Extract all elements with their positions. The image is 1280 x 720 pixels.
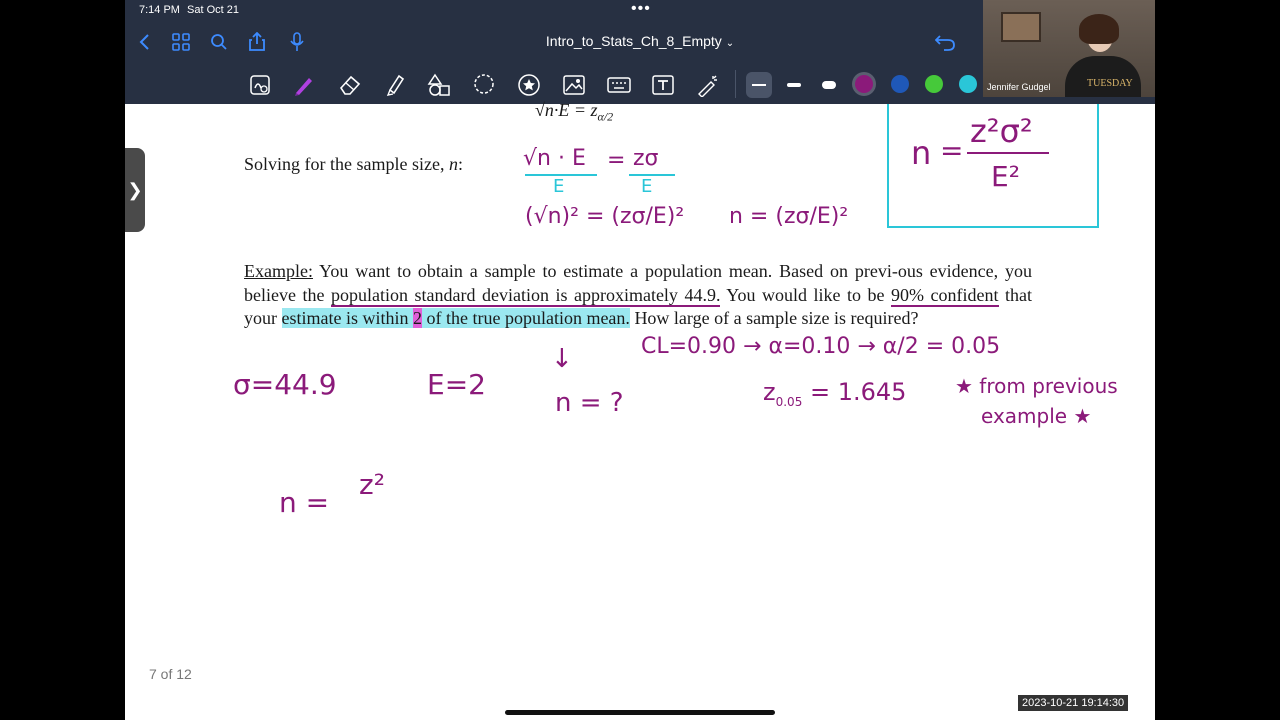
n-equals: n =: [279, 486, 330, 519]
note-line-2: example ★: [981, 404, 1092, 428]
webcam-overlay: TUESDAY Jennifer Gudgel: [983, 0, 1155, 97]
step1-eq: =: [607, 148, 626, 173]
box-eq: =: [940, 134, 964, 167]
undo-icon[interactable]: [933, 30, 957, 54]
example-highlight-margin: 2: [412, 308, 422, 328]
color-blue-swatch[interactable]: [891, 75, 909, 93]
color-green-swatch[interactable]: [925, 75, 943, 93]
step1-left: √n · E: [523, 146, 586, 171]
example-label: Example:: [244, 261, 313, 281]
e-value: E=2: [427, 368, 486, 401]
z-result: = 1.645: [802, 378, 907, 406]
image-icon[interactable]: [561, 72, 587, 98]
example-highlight-estimate: estimate is within: [281, 308, 413, 328]
document-title-text: Intro_to_Stats_Ch_8_Empty: [545, 33, 722, 49]
highlighter-icon[interactable]: [382, 72, 408, 98]
stroke-thin-option[interactable]: [746, 72, 772, 98]
step3: n = (zσ/E)²: [729, 204, 849, 229]
z-subscript: 0.05: [775, 394, 803, 409]
step1-den-left: E: [553, 176, 565, 197]
home-indicator[interactable]: [505, 710, 775, 715]
box-denominator: E²: [991, 160, 1020, 193]
box-fraction-bar: [967, 152, 1049, 154]
ipad-screen: 7:14 PM Sat Oct 21 ••• Intro_to_Stats_Ch…: [125, 0, 1155, 720]
note-line-1: ★ from previous: [955, 374, 1118, 398]
example-body-4: How large of a sample size is required?: [629, 308, 919, 328]
eraser-icon[interactable]: [337, 72, 363, 98]
color-purple-swatch[interactable]: [855, 75, 873, 93]
laser-pointer-icon[interactable]: [695, 72, 721, 98]
notebook-page[interactable]: ❯ √n·E = zα/2 Solving for the sample siz…: [125, 100, 1155, 720]
step1-right: zσ: [633, 146, 659, 171]
top-formula-partial: √n·E = zα/2: [535, 100, 613, 125]
stroke-thick-option[interactable]: [816, 72, 842, 98]
wall-picture: [1001, 12, 1041, 42]
box-numerator: z²σ²: [970, 112, 1033, 150]
step2: (√n)² = (zσ/E)²: [525, 204, 685, 229]
box-n: n: [911, 134, 932, 172]
solving-var: n: [448, 154, 458, 174]
page-counter: 7 of 12: [149, 666, 192, 682]
person-hair: [1079, 14, 1119, 44]
n-z-squared: z²: [359, 468, 385, 501]
recording-timestamp: 2023-10-21 19:14:30: [1018, 695, 1129, 711]
text-box-icon[interactable]: [650, 72, 676, 98]
example-highlight-confidence: 90% confident: [891, 284, 999, 307]
chevron-down-icon: ⌄: [725, 38, 735, 49]
shirt-text: TUESDAY: [1087, 78, 1133, 89]
z-letter: z: [763, 378, 776, 406]
step1-den-right: E: [641, 176, 653, 197]
sigma-value: σ=44.9: [233, 368, 337, 401]
lasso-icon[interactable]: [471, 72, 497, 98]
example-highlight-stdev: population standard deviation is approxi…: [330, 284, 721, 307]
top-formula-text: √n·E = z: [535, 100, 598, 120]
z-value: z0.05 = 1.645: [763, 378, 906, 409]
toolbar-divider: [735, 70, 736, 98]
n-question: n = ?: [555, 388, 624, 418]
solving-text: Solving for the sample size,: [244, 154, 445, 174]
status-date: Sat Oct 21: [187, 4, 239, 16]
keyboard-icon[interactable]: [606, 72, 632, 98]
solving-line: Solving for the sample size, n:: [244, 154, 463, 174]
sticker-icon[interactable]: [516, 72, 542, 98]
color-cyan-swatch[interactable]: [959, 75, 977, 93]
webcam-name-label: Jennifer Gudgel: [987, 82, 1051, 92]
top-formula-sub: α/2: [597, 109, 614, 124]
text-recognition-icon[interactable]: [247, 72, 273, 98]
arrow-down-icon: ↓: [551, 344, 573, 374]
example-body-2: You would like to be: [720, 284, 892, 305]
pen-icon[interactable]: [291, 72, 317, 98]
person-body: [1065, 56, 1141, 97]
shapes-icon[interactable]: [426, 72, 452, 98]
example-highlight-population: of the true population mean.: [421, 308, 630, 328]
status-time: 7:14 PM: [139, 4, 180, 16]
example-paragraph: Example: You want to obtain a sample to …: [244, 260, 1032, 331]
cl-line: CL=0.90 → α=0.10 → α/2 = 0.05: [641, 334, 1001, 359]
sidebar-toggle[interactable]: ❯: [125, 148, 145, 232]
stroke-medium-option[interactable]: [781, 72, 807, 98]
chevron-right-icon: ❯: [127, 179, 143, 200]
multitasking-dots[interactable]: •••: [631, 0, 651, 18]
